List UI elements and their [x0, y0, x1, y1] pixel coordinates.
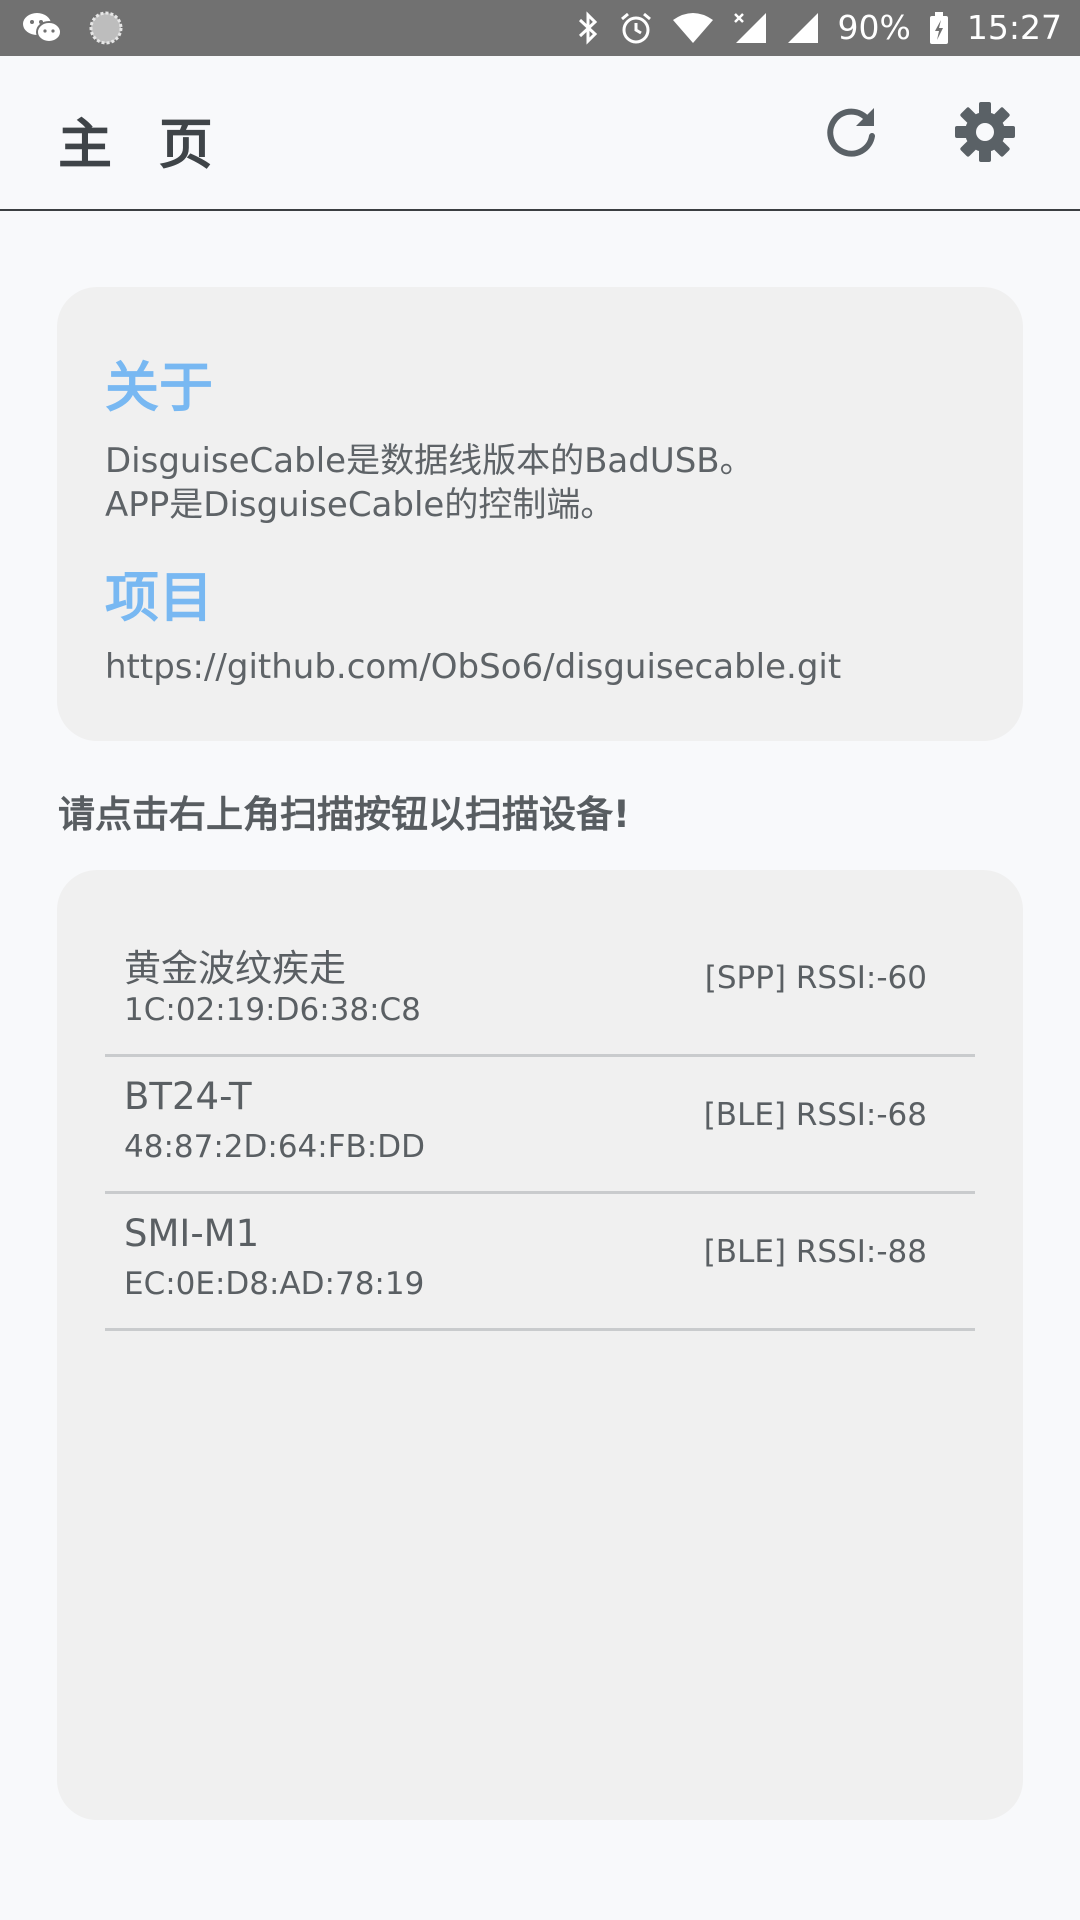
about-line: DisguiseCable是数据线版本的BadUSB。: [105, 441, 754, 481]
status-left-icons: [22, 8, 124, 48]
battery-charging-icon: [929, 11, 949, 45]
device-row[interactable]: SMI-M1 EC:0E:D8:AD:78:19 [BLE] RSSI:-88: [105, 1192, 975, 1331]
loading-icon: [88, 10, 124, 46]
settings-button[interactable]: [947, 96, 1023, 172]
status-bar: 90% 15:27: [0, 0, 1080, 56]
about-description: DisguiseCable是数据线版本的BadUSB。 APP是Disguise…: [105, 439, 754, 527]
device-signal: [BLE] RSSI:-88: [703, 1234, 927, 1270]
device-row[interactable]: 黄金波纹疾走 1C:02:19:D6:38:C8 [SPP] RSSI:-60: [105, 918, 975, 1057]
signal-icon: [786, 11, 820, 45]
status-time: 15:27: [966, 8, 1062, 47]
device-signal: [SPP] RSSI:-60: [704, 960, 927, 996]
refresh-icon: [822, 102, 882, 166]
gear-icon: [953, 100, 1017, 168]
wifi-icon: [672, 12, 714, 44]
device-name: SMI-M1: [124, 1212, 260, 1255]
project-title: 项目: [105, 566, 213, 629]
device-mac: EC:0E:D8:AD:78:19: [124, 1266, 425, 1302]
device-mac: 48:87:2D:64:FB:DD: [124, 1129, 425, 1165]
device-list: 黄金波纹疾走 1C:02:19:D6:38:C8 [SPP] RSSI:-60 …: [57, 870, 1023, 1820]
device-signal: [BLE] RSSI:-68: [703, 1097, 927, 1133]
alarm-icon: [618, 10, 654, 46]
device-name: BT24-T: [124, 1075, 252, 1118]
bluetooth-icon: [576, 11, 600, 45]
device-mac: 1C:02:19:D6:38:C8: [124, 992, 421, 1028]
battery-percent: 90%: [837, 8, 911, 47]
about-card: 关于 DisguiseCable是数据线版本的BadUSB。 APP是Disgu…: [57, 287, 1023, 741]
page-title: 主 页: [58, 113, 227, 176]
refresh-button[interactable]: [814, 96, 890, 172]
status-right-icons: 90% 15:27: [576, 0, 1062, 56]
about-line: APP是DisguiseCable的控制端。: [105, 485, 615, 525]
device-row[interactable]: BT24-T 48:87:2D:64:FB:DD [BLE] RSSI:-68: [105, 1055, 975, 1194]
signal-no-sim-icon: [732, 11, 768, 45]
wechat-icon: [22, 11, 62, 45]
device-name: 黄金波纹疾走: [124, 947, 346, 990]
project-link[interactable]: https://github.com/ObSo6/disguisecable.g…: [105, 647, 841, 687]
about-title: 关于: [105, 356, 213, 419]
app-bar: 主 页: [0, 56, 1080, 211]
scan-hint: 请点击右上角扫描按钮以扫描设备!: [58, 793, 630, 836]
